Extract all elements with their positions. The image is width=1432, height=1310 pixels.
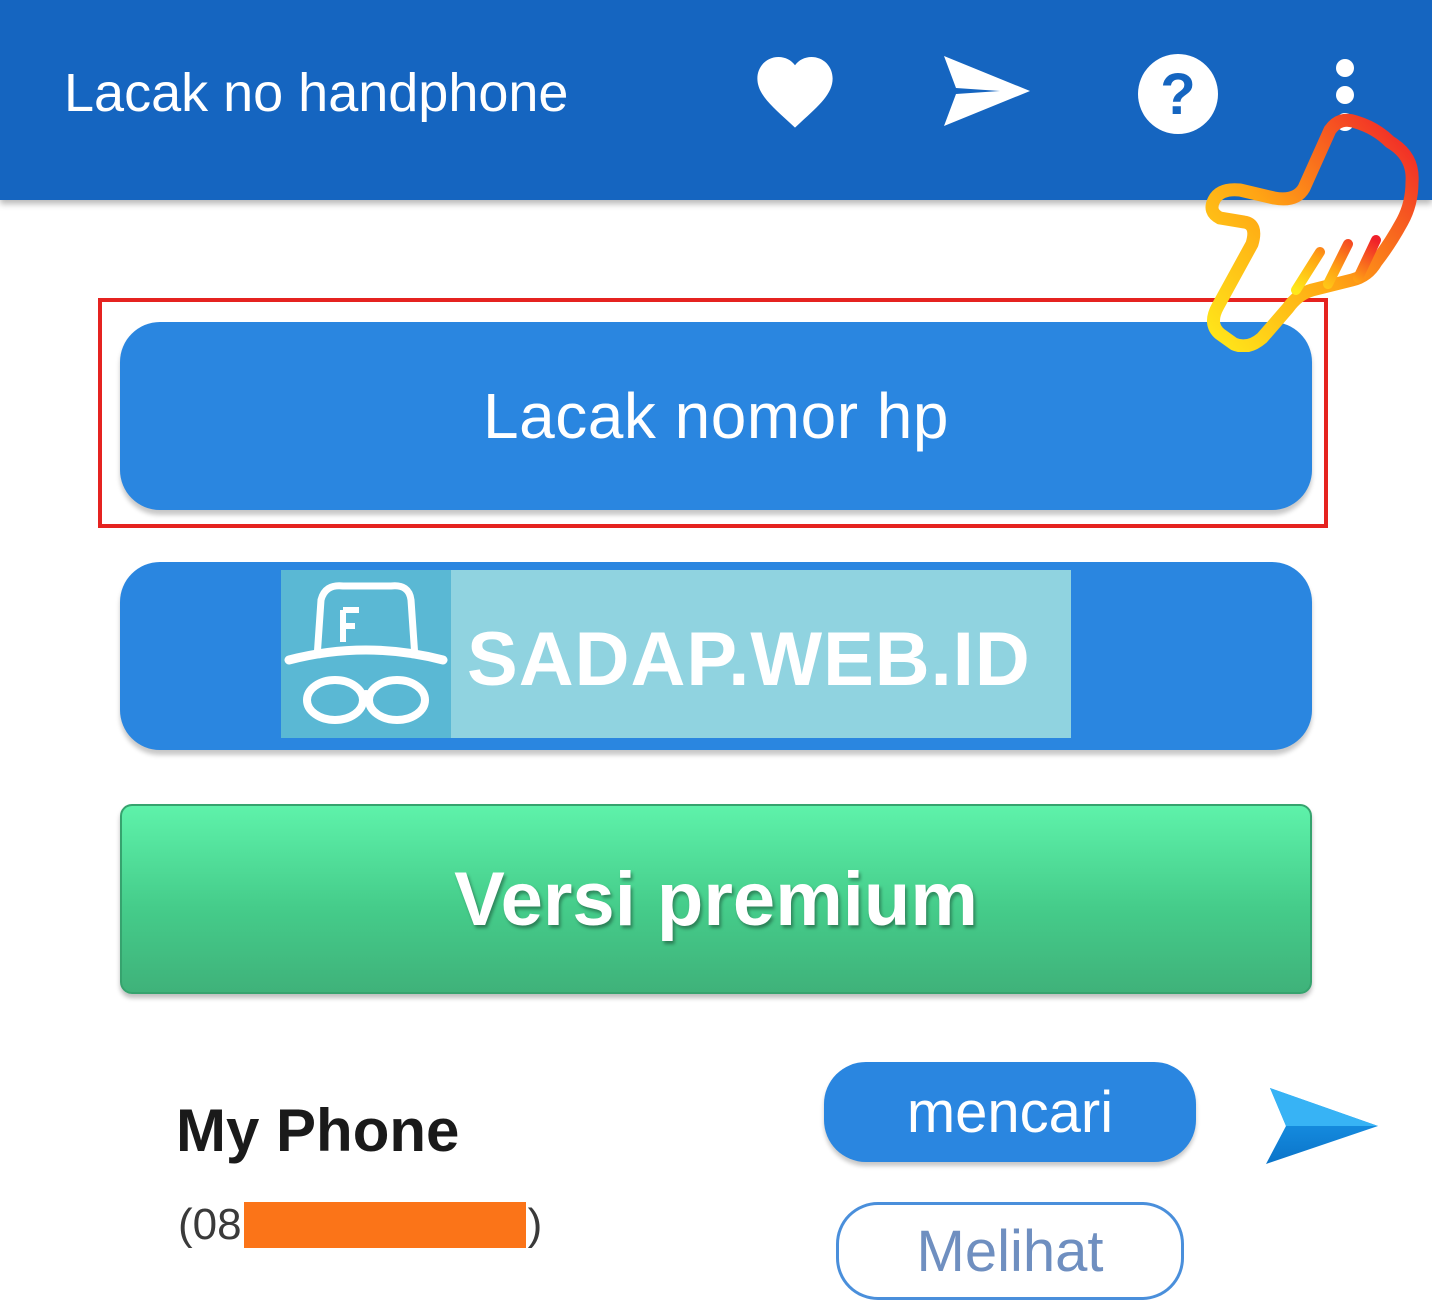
phone-number-prefix: (08 bbox=[178, 1200, 242, 1249]
go-arrow-icon[interactable] bbox=[1264, 1086, 1380, 1166]
phone-number: (08 ) bbox=[178, 1200, 542, 1250]
watermark: SADAP.WEB.ID bbox=[281, 570, 1071, 738]
premium-button[interactable]: Versi premium bbox=[120, 804, 1312, 994]
track-number-button-label: Lacak nomor hp bbox=[483, 380, 949, 452]
svg-text:?: ? bbox=[1160, 62, 1195, 127]
phone-number-suffix: ) bbox=[527, 1200, 543, 1249]
search-button-label: mencari bbox=[906, 1079, 1114, 1145]
pointing-hand-icon bbox=[1205, 113, 1419, 352]
send-icon[interactable] bbox=[942, 52, 1032, 130]
view-button-label: Melihat bbox=[916, 1218, 1104, 1284]
spy-hat-icon bbox=[281, 570, 451, 738]
redaction-bar bbox=[243, 1202, 526, 1248]
search-button[interactable]: mencari bbox=[824, 1062, 1196, 1162]
heart-icon[interactable] bbox=[752, 50, 838, 130]
app-title: Lacak no handphone bbox=[64, 63, 569, 123]
watermark-text: SADAP.WEB.ID bbox=[467, 617, 1031, 702]
phone-name: My Phone bbox=[176, 1097, 460, 1164]
view-button[interactable]: Melihat bbox=[836, 1202, 1184, 1300]
premium-button-label: Versi premium bbox=[454, 856, 978, 942]
track-number-button[interactable]: Lacak nomor hp bbox=[120, 322, 1312, 510]
